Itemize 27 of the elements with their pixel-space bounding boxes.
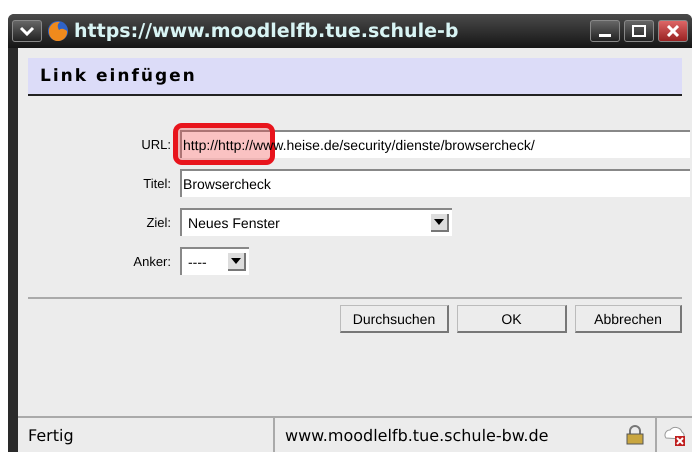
field-label: Anker:	[132, 254, 172, 268]
caret-icon	[231, 258, 241, 264]
maximize-icon	[632, 25, 646, 37]
minimize-button[interactable]	[590, 20, 620, 42]
window-title: https://www.moodlelfb.tue.schule-b	[74, 20, 460, 42]
maximize-button[interactable]	[624, 20, 654, 42]
input-field[interactable]: Browsercheck	[180, 169, 690, 197]
chevron-down-icon	[19, 26, 35, 36]
dialog-button[interactable]: OK	[457, 305, 567, 333]
dialog-title: Link einfügen	[28, 58, 682, 96]
caret-icon	[434, 219, 444, 225]
dropdown[interactable]: Neues Fenster	[180, 208, 452, 236]
site-domain: www.moodlelfb.tue.schule-bw.de	[285, 426, 548, 444]
field-label: Ziel:	[145, 214, 172, 230]
dialog-button[interactable]: Abbrechen	[575, 305, 682, 333]
lock-icon	[625, 425, 645, 445]
close-button[interactable]	[658, 20, 688, 42]
dropdown[interactable]: ----	[180, 247, 249, 275]
browser-icon	[46, 19, 70, 43]
status-text: Fertig	[18, 418, 275, 452]
dialog-button[interactable]: Durchsuchen	[340, 305, 449, 333]
field-label: Titel:	[142, 176, 172, 190]
minimize-icon	[599, 34, 611, 36]
field-label: URL:	[140, 136, 172, 152]
blocked-cloud-icon	[662, 424, 688, 446]
window-menu-button[interactable]	[12, 20, 42, 42]
close-icon	[667, 25, 679, 37]
